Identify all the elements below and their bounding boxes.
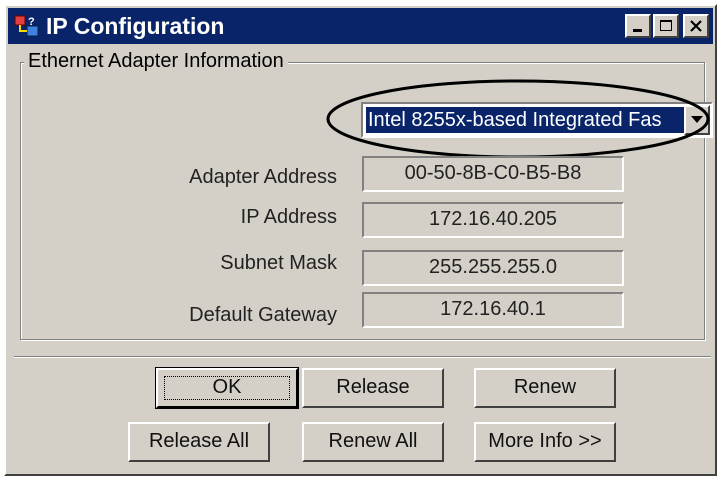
subnet-mask-value: 255.255.255.0 [362,250,624,286]
adapter-select-value: Intel 8255x-based Integrated Fas [366,107,684,133]
minimize-icon [631,19,645,33]
default-gateway-value: 172.16.40.1 [362,292,624,328]
title-bar[interactable]: ? IP Configuration [8,8,713,44]
ip-configuration-window: ? IP Configuration Ethernet Adapter Info… [4,4,717,476]
group-legend: Ethernet Adapter Information [24,48,288,74]
adapter-address-label: Adapter Address [189,166,337,188]
close-button[interactable] [683,14,709,38]
renew-all-button[interactable]: Renew All [302,422,444,462]
subnet-mask-label: Subnet Mask [220,252,337,274]
adapter-address-value: 00-50-8B-C0-B5-B8 [362,156,624,192]
renew-button[interactable]: Renew [474,368,616,408]
ip-address-label: IP Address [240,206,337,228]
svg-text:?: ? [28,16,35,28]
ip-address-value: 172.16.40.205 [362,202,624,238]
more-info-button[interactable]: More Info >> [474,422,616,462]
adapter-select[interactable]: Intel 8255x-based Integrated Fas [361,102,713,138]
close-icon [689,19,703,33]
network-app-icon: ? [14,13,40,39]
minimize-button[interactable] [625,14,651,38]
ok-button[interactable]: OK [155,367,299,409]
adapter-select-dropdown-button[interactable] [684,105,710,135]
maximize-button[interactable] [653,14,679,38]
default-gateway-label: Default Gateway [189,304,337,326]
release-button[interactable]: Release [302,368,444,408]
window-title: IP Configuration [46,13,225,39]
maximize-icon [659,19,673,33]
release-all-button[interactable]: Release All [128,422,270,462]
dropdown-arrow-icon [691,111,703,129]
